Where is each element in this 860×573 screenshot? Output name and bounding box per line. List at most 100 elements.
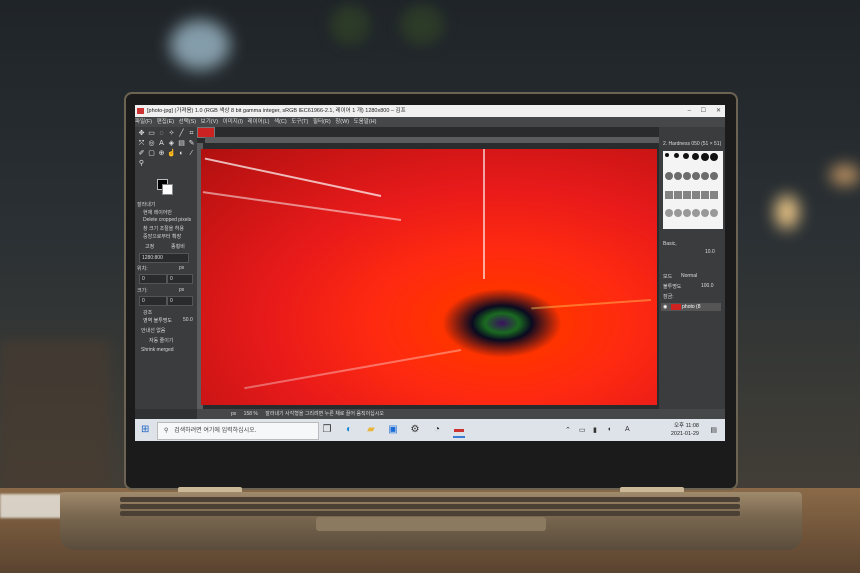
ratio-field[interactable]: 1280:800 <box>139 253 189 263</box>
brush-preset[interactable]: Basic, <box>663 241 677 247</box>
store-icon[interactable]: ▣ <box>387 424 399 436</box>
menu-edit[interactable]: 편집(E) <box>157 119 174 125</box>
option-expand-center[interactable]: 중앙으로부터 확장 <box>143 233 181 240</box>
layer-row[interactable]: ◉ photo (8 <box>661 303 721 311</box>
clone-icon[interactable]: ⊕ <box>157 149 166 158</box>
brush-grid[interactable] <box>663 151 723 229</box>
brush-item[interactable] <box>683 153 689 159</box>
position-x-field[interactable]: 0 <box>139 274 167 284</box>
dodge-icon[interactable]: ◐ <box>177 149 186 158</box>
brush-item[interactable] <box>701 190 709 199</box>
brush-item[interactable] <box>710 209 718 218</box>
zoom-dropdown[interactable]: 158 % <box>244 411 258 417</box>
task-view-icon[interactable]: ❐ <box>321 424 333 436</box>
eraser-icon[interactable]: ▢ <box>147 149 156 158</box>
crop-tool-icon[interactable]: ⌗ <box>187 129 196 138</box>
menu-help[interactable]: 도움말(H) <box>354 119 377 125</box>
brush-item[interactable] <box>665 153 669 157</box>
brush-item[interactable] <box>674 153 679 158</box>
menu-select[interactable]: 선택(S) <box>179 119 196 125</box>
brush-spacing[interactable]: 10.0 <box>705 249 715 255</box>
brush-item[interactable] <box>674 171 682 180</box>
battery-icon[interactable]: ▮ <box>593 426 597 434</box>
shrink-merged-option[interactable]: Shrink merged <box>141 347 174 353</box>
brush-item[interactable] <box>710 190 718 199</box>
brush-item[interactable] <box>683 171 691 180</box>
brush-item[interactable] <box>701 153 709 161</box>
paths-icon[interactable]: ╱ <box>177 129 186 138</box>
mode-dropdown[interactable]: Normal <box>681 273 697 279</box>
menu-colors[interactable]: 색(C) <box>274 119 287 125</box>
image-canvas[interactable] <box>201 149 657 405</box>
brush-item[interactable] <box>665 171 673 180</box>
option-current-layer[interactable]: 현재 레이어만 <box>143 209 172 216</box>
brush-item[interactable] <box>683 209 691 218</box>
text-tool-icon[interactable]: A <box>157 139 166 148</box>
guides-dropdown[interactable]: 안내선 없음 <box>141 327 165 334</box>
brush-item[interactable] <box>692 153 699 160</box>
brush-item[interactable] <box>701 209 709 218</box>
smudge-icon[interactable]: ☝ <box>167 149 176 158</box>
menu-view[interactable]: 보기(V) <box>201 119 218 125</box>
option-allow-growing[interactable]: 창 크기 조절을 허용 <box>143 225 184 232</box>
opacity-value[interactable]: 100.0 <box>701 283 714 289</box>
pencil-icon[interactable]: ✎ <box>187 139 196 148</box>
clock[interactable]: 오후 11:08 2021-01-29 <box>671 422 699 438</box>
eyedropper-icon[interactable]: ⁄ <box>187 149 196 158</box>
rect-select-icon[interactable]: ▭ <box>147 129 156 138</box>
option-delete-cropped[interactable]: Delete cropped pixels <box>143 217 191 223</box>
chevron-up-icon[interactable]: ⌃ <box>565 426 571 434</box>
shade-opacity-value[interactable]: 50.0 <box>183 317 193 323</box>
size-unit[interactable]: px <box>179 287 184 293</box>
eye-icon[interactable]: ◉ <box>663 304 667 310</box>
move-tool-icon[interactable]: ✥ <box>137 129 146 138</box>
notification-icon[interactable]: ▤ <box>710 426 717 434</box>
windows-start-icon[interactable]: ⊞ <box>141 424 152 435</box>
auto-shrink-button[interactable]: 자동 줄이기 <box>149 337 173 344</box>
gimp-taskbar-icon[interactable]: ▬ <box>453 424 465 438</box>
menu-tools[interactable]: 도구(T) <box>291 119 308 125</box>
brush-item[interactable] <box>710 153 718 161</box>
fixed-dropdown[interactable]: 종횡비 <box>171 243 185 250</box>
network-icon[interactable]: ▭ <box>579 426 586 434</box>
minimize-button[interactable]: – <box>688 105 691 117</box>
taskbar-search-box[interactable]: ⚲ 검색하려면 여기에 입력하십시오. <box>157 422 319 440</box>
lasso-icon[interactable]: ◌ <box>157 129 166 138</box>
bucket-icon[interactable]: ◈ <box>167 139 176 148</box>
brush-item[interactable] <box>692 190 700 199</box>
file-explorer-icon[interactable]: ▰ <box>365 424 377 436</box>
menu-image[interactable]: 이미지(I) <box>223 119 243 125</box>
warp-icon[interactable]: ◎ <box>147 139 156 148</box>
brush-item[interactable] <box>683 190 691 199</box>
menu-windows[interactable]: 창(W) <box>335 119 349 125</box>
background-color[interactable] <box>162 184 173 195</box>
layer-name[interactable]: photo (8 <box>682 304 700 310</box>
brush-item[interactable] <box>710 171 718 180</box>
canvas-area[interactable] <box>197 127 659 409</box>
brush-item[interactable] <box>701 171 709 180</box>
ime-indicator[interactable]: A <box>625 426 630 433</box>
unit-dropdown[interactable]: px <box>231 411 236 417</box>
settings-gear-icon[interactable]: ⚙ <box>409 424 421 436</box>
gradient-icon[interactable]: ▤ <box>177 139 186 148</box>
menu-layer[interactable]: 레이어(L) <box>248 119 270 125</box>
maximize-button[interactable]: ☐ <box>701 105 706 117</box>
fuzzy-select-icon[interactable]: ✧ <box>167 129 176 138</box>
color-swatches[interactable] <box>157 179 173 195</box>
size-y-field[interactable]: 0 <box>167 296 193 306</box>
highlight-option[interactable]: 강조 <box>143 309 152 316</box>
zoom-icon[interactable]: ⚲ <box>137 159 146 168</box>
size-x-field[interactable]: 0 <box>139 296 167 306</box>
transform-icon[interactable]: ⤧ <box>137 139 146 148</box>
edge-icon[interactable]: ◐ <box>343 424 355 436</box>
brush-item[interactable] <box>674 190 682 199</box>
brush-item[interactable] <box>692 209 700 218</box>
position-y-field[interactable]: 0 <box>167 274 193 284</box>
position-unit[interactable]: px <box>179 265 184 271</box>
brush-item[interactable] <box>665 209 673 218</box>
close-button[interactable]: ✕ <box>716 105 721 117</box>
menu-filters[interactable]: 필터(R) <box>313 119 331 125</box>
app-icon[interactable]: ◔ <box>431 424 443 436</box>
brush-item[interactable] <box>665 190 673 199</box>
brush-item[interactable] <box>692 171 700 180</box>
